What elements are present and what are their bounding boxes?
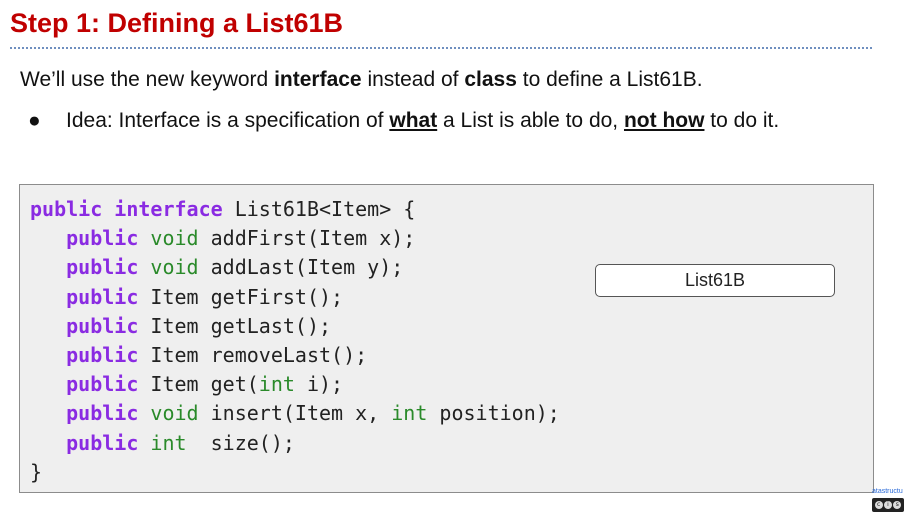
bullet-part2: a List is able to do,	[437, 109, 624, 132]
intro-bold-interface: interface	[274, 68, 362, 91]
intro-bold-class: class	[464, 68, 517, 91]
code-text: insert(Item x,	[198, 401, 392, 426]
cc-by-sa-icon: cis	[872, 498, 904, 512]
code-type: void	[150, 401, 199, 426]
intro-part2: instead of	[361, 68, 465, 91]
intro-text: We’ll use the new keyword interface inst…	[20, 66, 703, 94]
code-kw: public	[66, 430, 139, 455]
code-type: void	[150, 255, 199, 280]
code-text: List61B<Item> {	[222, 197, 416, 221]
code-close-brace: }	[30, 459, 43, 484]
link-not-how[interactable]: not how	[624, 109, 704, 132]
list61b-label-box: List61B	[595, 264, 835, 297]
code-text: addLast(Item y);	[198, 255, 404, 280]
code-text: size();	[186, 430, 295, 455]
link-what[interactable]: what	[389, 109, 437, 132]
code-type: int	[150, 430, 187, 455]
idea-bullet: ● Idea: Interface is a specification of w…	[28, 107, 779, 135]
slide-title: Step 1: Defining a List61B	[10, 8, 344, 38]
intro-part3: to define a List61B.	[516, 68, 703, 91]
list61b-label: List61B	[684, 270, 746, 290]
bullet-marker: ●	[28, 109, 41, 132]
footer-link[interactable]: atastructu	[872, 488, 905, 495]
code-panel: public interface List61B<Item> { public …	[19, 184, 874, 493]
code-text: Item getFirst();	[138, 284, 344, 309]
code-type: int	[258, 372, 295, 397]
code-text: i);	[294, 372, 344, 397]
code-text: Item getLast();	[138, 313, 332, 338]
code-type: int	[391, 401, 428, 426]
code-text: addFirst(Item x);	[198, 226, 416, 251]
bullet-part3: to do it.	[704, 109, 780, 132]
code-text: Item get(	[138, 372, 259, 397]
code-kw: public	[66, 284, 139, 309]
code-kw: public	[66, 401, 139, 426]
code-kw: public	[66, 343, 139, 368]
code-kw: public	[66, 226, 139, 251]
code-block: public interface List61B<Item> { public …	[30, 195, 560, 487]
code-kw: public	[66, 313, 139, 338]
code-kw: interface	[114, 197, 223, 221]
intro-part1: We’ll use the new keyword	[20, 68, 275, 91]
code-text: Item removeLast();	[138, 343, 368, 368]
code-kw: public	[66, 372, 139, 397]
bullet-part1: Idea: Interface is a specification of	[66, 109, 390, 132]
code-kw: public	[66, 255, 139, 280]
code-text: position);	[427, 401, 560, 426]
code-kw: public	[30, 197, 103, 221]
code-type: void	[150, 226, 199, 251]
title-divider	[10, 47, 872, 49]
